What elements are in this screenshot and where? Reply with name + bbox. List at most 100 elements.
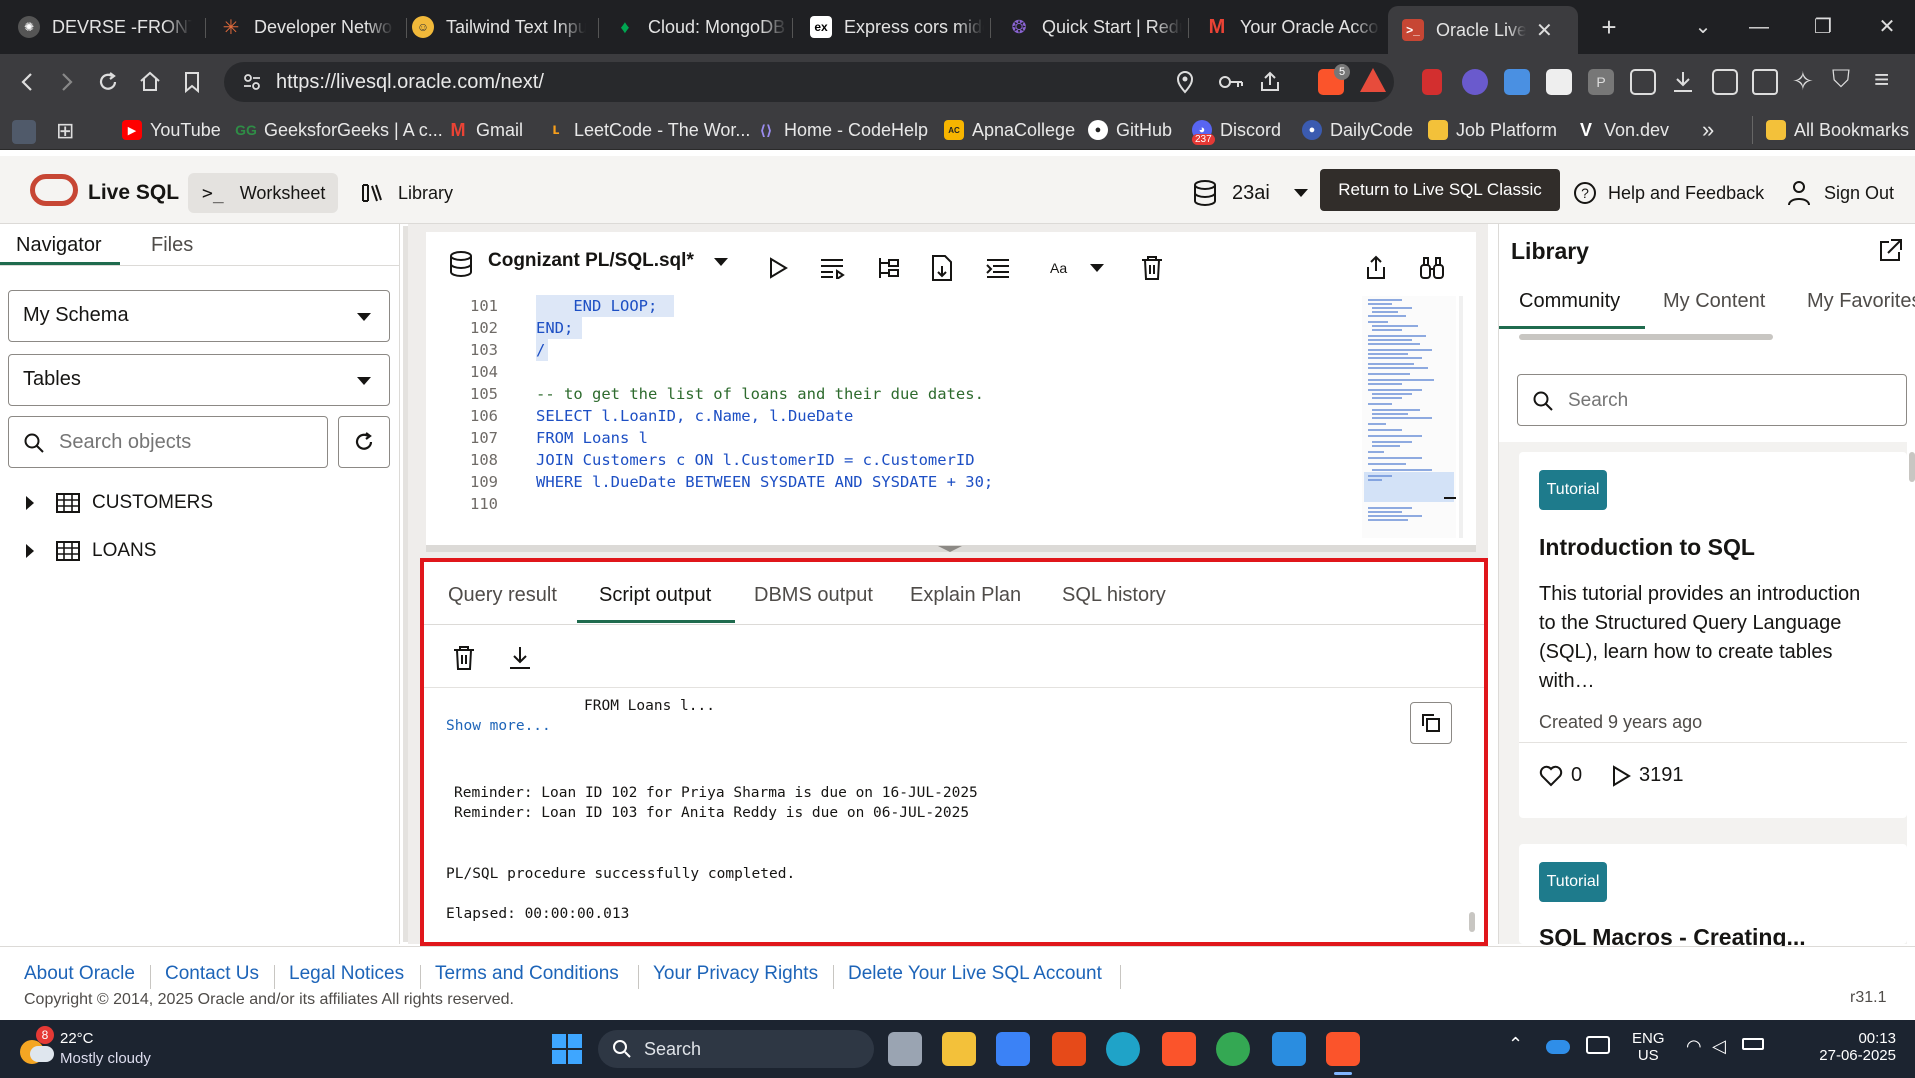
bookmark-gmail[interactable]: M Gmail — [448, 116, 524, 144]
share-button[interactable] — [1360, 252, 1392, 284]
file-name[interactable]: Cognizant PL/SQL.sql* — [488, 250, 694, 272]
run-statement-button[interactable] — [762, 252, 794, 284]
find-button[interactable] — [1416, 252, 1448, 284]
forward-button[interactable] — [50, 66, 82, 98]
start-button[interactable] — [552, 1034, 582, 1064]
clear-editor-button[interactable] — [1136, 252, 1168, 284]
file-menu-chevron-icon[interactable] — [714, 258, 728, 266]
browser-tab[interactable]: ❂ Quick Start | Redu — [994, 8, 1194, 46]
library-search-field[interactable] — [1517, 374, 1907, 426]
tab-files[interactable]: Files — [151, 234, 193, 257]
help-feedback-button[interactable]: ? Help and Feedback — [1574, 173, 1764, 213]
library-card[interactable]: Tutorial SQL Macros - Creating... — [1519, 844, 1907, 950]
brave-browser-icon[interactable] — [1162, 1032, 1196, 1066]
extension-flame-icon[interactable] — [1462, 69, 1488, 95]
tab-search-chevron-icon[interactable]: ⌄ — [1680, 10, 1726, 44]
expand-arrow-icon[interactable] — [26, 544, 34, 558]
schema-select[interactable]: My Schema — [8, 290, 390, 342]
tab-script-output[interactable]: Script output — [599, 584, 711, 607]
share-icon[interactable] — [1258, 70, 1282, 94]
wallet-icon[interactable] — [1752, 69, 1778, 95]
site-settings-icon[interactable] — [242, 72, 262, 92]
tab-community[interactable]: Community — [1519, 290, 1620, 313]
language-indicator[interactable]: ENG US — [1632, 1030, 1665, 1064]
return-to-classic-button[interactable]: Return to Live SQL Classic — [1320, 169, 1560, 211]
tree-item-loans[interactable]: LOANS — [26, 536, 156, 566]
tab-my-content[interactable]: My Content — [1663, 290, 1765, 313]
bookmark-geeksforgeeks[interactable]: GG GeeksforGeeks | A c... — [235, 116, 443, 144]
profile-avatar[interactable] — [12, 120, 36, 144]
file-explorer-icon[interactable] — [942, 1032, 976, 1066]
bookmark-leetcode[interactable]: ʟ LeetCode - The Wor... — [546, 116, 750, 144]
footer-link-privacy-rights[interactable]: Your Privacy Rights — [653, 963, 818, 985]
reload-button[interactable] — [92, 66, 124, 98]
edge-browser-icon[interactable] — [1106, 1032, 1140, 1066]
search-objects-input[interactable] — [59, 429, 309, 455]
battery-icon[interactable] — [1742, 1038, 1764, 1050]
browser-tab[interactable]: ex Express cors midd — [796, 8, 996, 46]
bookmark-vondev[interactable]: V Von.dev — [1576, 116, 1669, 144]
show-more-link[interactable]: Show more... — [446, 718, 551, 734]
bookmark-codehelp[interactable]: ⟨⟩ Home - CodeHelp — [756, 116, 928, 144]
download-icon[interactable] — [1670, 69, 1696, 95]
format-button[interactable] — [982, 252, 1014, 284]
expand-arrow-icon[interactable] — [26, 496, 34, 510]
output-scrollbar[interactable] — [1468, 692, 1476, 942]
wps-office-icon[interactable] — [1052, 1032, 1086, 1066]
browser-tab[interactable]: ✺ DEVRSE -FRONTE — [4, 8, 204, 46]
wifi-icon[interactable]: ◠ — [1686, 1036, 1702, 1057]
onedrive-cloud-icon[interactable] — [1546, 1040, 1570, 1054]
library-search-input[interactable] — [1568, 388, 1888, 414]
vpn-shield-icon[interactable]: ⛉ — [1832, 66, 1850, 94]
refresh-button[interactable] — [338, 416, 390, 468]
bookmark-github[interactable]: ● GitHub — [1088, 116, 1172, 144]
close-window-button[interactable]: ✕ — [1864, 10, 1910, 44]
editor-scrollbar[interactable] — [1459, 296, 1463, 538]
close-tab-icon[interactable]: ✕ — [1536, 18, 1553, 43]
menu-icon[interactable]: ≡ — [1874, 64, 1889, 95]
code-minimap[interactable] — [1362, 296, 1456, 538]
brave-rewards-icon[interactable] — [1360, 68, 1386, 92]
run-script-button[interactable] — [816, 252, 848, 284]
tab-my-favorites[interactable]: My Favorites — [1807, 290, 1915, 313]
bookmark-dailycode[interactable]: ● DailyCode — [1302, 116, 1413, 144]
like-button[interactable]: 0 — [1539, 764, 1582, 787]
browser-tab[interactable]: ☺ Tailwind Text Inpu — [398, 8, 598, 46]
weather-widget[interactable]: 8 — [18, 1026, 54, 1066]
tree-item-customers[interactable]: CUSTOMERS — [26, 488, 213, 518]
task-view-icon[interactable] — [888, 1032, 922, 1066]
tab-explain-plan[interactable]: Explain Plan — [910, 584, 1021, 607]
database-version-selector[interactable]: 23ai — [1192, 173, 1308, 213]
card-title[interactable]: Introduction to SQL — [1539, 534, 1755, 561]
apps-grid-icon[interactable]: ⊞ — [56, 118, 74, 144]
object-type-select[interactable]: Tables — [8, 354, 390, 406]
location-pin-icon[interactable] — [1174, 70, 1196, 94]
bookmark-job-platform[interactable]: Job Platform — [1428, 116, 1557, 144]
extension-screen-icon[interactable] — [1504, 69, 1530, 95]
extension-p-icon[interactable]: P — [1588, 69, 1614, 95]
open-external-icon[interactable] — [1877, 238, 1903, 264]
code-editor[interactable]: 101 END LOOP; 102 END; 103/ 104 105 -- to … — [426, 295, 1361, 540]
library-card[interactable]: Tutorial Introduction to SQL This tutori… — [1519, 452, 1907, 818]
sidebar-toggle-icon[interactable] — [1712, 69, 1738, 95]
font-size-chevron-icon[interactable] — [1090, 264, 1104, 272]
font-size-label[interactable]: Aa — [1050, 260, 1067, 276]
bookmark-button[interactable] — [176, 66, 208, 98]
minimize-button[interactable]: — — [1736, 10, 1782, 44]
new-tab-button[interactable]: + — [1586, 10, 1632, 44]
browser-tab-active[interactable]: >_ Oracle Live S ✕ — [1388, 6, 1578, 54]
bookmark-apnacollege[interactable]: AC ApnaCollege — [944, 116, 1075, 144]
oracle-logo-icon[interactable] — [30, 174, 78, 206]
tab-sql-history[interactable]: SQL history — [1062, 584, 1166, 607]
taskbar-search[interactable]: Search — [598, 1030, 874, 1068]
library-tabs-scrollbar[interactable] — [1519, 334, 1773, 340]
nav-worksheet[interactable]: >_ Worksheet — [188, 173, 338, 213]
download-output-button[interactable] — [504, 642, 536, 674]
footer-link-delete-account[interactable]: Delete Your Live SQL Account — [848, 963, 1102, 985]
brave-browser-active-icon[interactable] — [1326, 1032, 1360, 1066]
footer-link-terms[interactable]: Terms and Conditions — [435, 963, 619, 985]
password-key-icon[interactable] — [1218, 72, 1244, 92]
system-clock[interactable]: 00:13 27-06-2025 — [1780, 1030, 1896, 1064]
output-scrollbar-thumb[interactable] — [1469, 912, 1475, 932]
copy-output-button[interactable] — [1410, 702, 1452, 744]
